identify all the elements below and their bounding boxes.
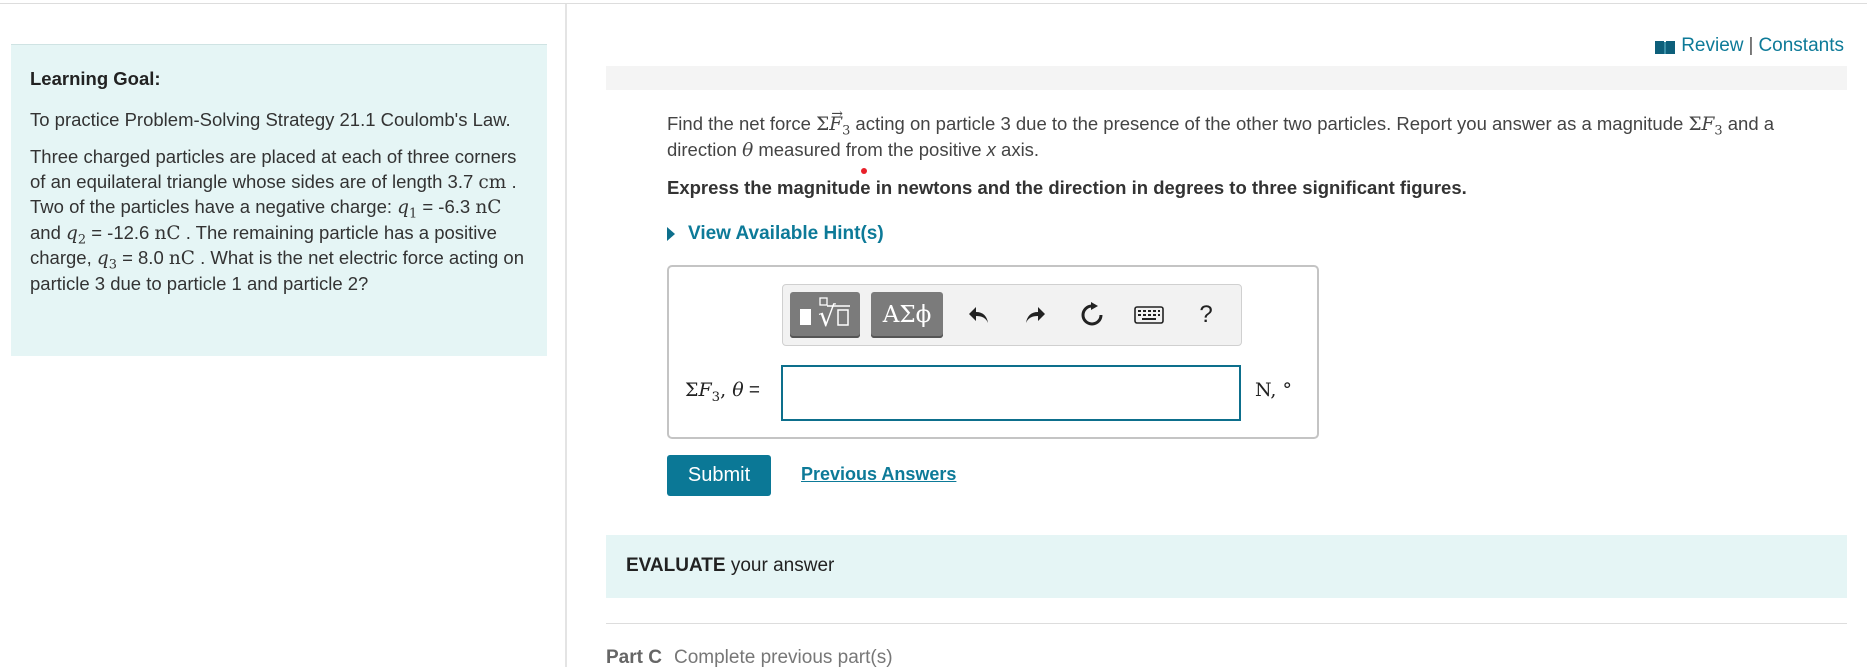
part-c-header: Part C Complete previous part(s) [606,647,893,669]
evaluate-rest: your answer [725,555,835,576]
hint-label: View Available Hint(s) [688,223,884,244]
q3-subscript: 3 [108,257,117,273]
unit-nc: nC [168,248,195,269]
view-hints-toggle[interactable]: View Available Hint(s) [667,223,884,245]
q1-subscript: 1 [408,206,418,222]
q1-symbol: q [397,197,409,218]
templates-icon: √ [796,296,854,335]
subscript: 3 [711,389,721,405]
question-text: Find the net force ΣF → 3 acting on partic… [667,106,1847,163]
undo-button[interactable] [961,295,997,335]
text: acting on particle 3 due to the presence… [850,113,1689,134]
help-button[interactable]: ? [1188,295,1224,335]
x-symbol: x [986,139,996,160]
q1-value: = -6.3 [417,196,476,217]
text: and [30,221,67,243]
q2-value: = -12.6 [86,221,155,243]
part-header-band [606,66,1847,90]
evaluate-strong: EVALUATE [626,555,726,576]
keyboard-button[interactable] [1129,295,1169,335]
math-toolbar: √ ΑΣϕ ? [782,284,1242,346]
reset-icon [1081,302,1103,326]
constants-link[interactable]: Constants [1758,35,1844,57]
learning-goal-intro: To practice Problem-Solving Strategy 21.… [30,108,511,130]
vector-f: F → [829,106,843,135]
red-dot-marker [861,168,867,174]
theta-symbol: θ [732,379,744,401]
text: axis. [995,139,1040,160]
top-border [0,3,1867,4]
sigma-symbol: Σ [816,114,830,135]
section-divider [606,623,1847,624]
theta-symbol: θ [742,140,754,161]
comma: , [720,379,733,401]
panel-divider [565,4,567,667]
triangle-right-icon [667,227,675,241]
text: Find the net force [667,113,817,134]
learning-goal-panel: Learning Goal: To practice Problem-Solvi… [11,44,547,356]
redo-icon [1026,307,1045,323]
top-links: Review | Constants [1655,35,1844,57]
equals: = [743,380,761,401]
reset-button[interactable] [1074,295,1110,335]
q3-value: = 8.0 [116,247,169,268]
f-symbol: F [698,379,712,401]
answer-input[interactable] [781,365,1241,421]
f-symbol: F [1701,114,1715,135]
q2-subscript: 2 [77,232,87,248]
undo-icon [969,307,988,323]
greek-symbols-button[interactable]: ΑΣϕ [871,292,943,338]
submit-button[interactable]: Submit [667,455,771,496]
previous-answers-link[interactable]: Previous Answers [801,464,956,485]
answer-label: ΣF3, θ = [685,379,761,405]
sigma-symbol: Σ [685,379,699,401]
unit-nc: nC [154,222,181,244]
answer-box: √ ΑΣϕ ? ΣF3, θ = N, ° [667,265,1319,439]
q3-symbol: q [96,248,109,269]
review-link[interactable]: Review [1681,35,1743,57]
redo-button[interactable] [1017,295,1053,335]
keyboard-icon [1134,306,1164,324]
text: Three charged particles are placed at ea… [30,146,517,192]
answer-units: N, ° [1255,379,1292,401]
learning-goal-problem: Three charged particles are placed at ea… [30,145,528,296]
q2-symbol: q [66,222,78,244]
book-icon [1655,39,1676,54]
templates-button[interactable]: √ [790,292,860,338]
unit-nc: nC [475,197,502,218]
part-c-label: Part C [606,647,662,668]
text: measured from the positive [753,139,987,160]
unit-cm: cm [478,171,507,193]
link-separator: | [1748,35,1754,56]
sigma-symbol: Σ [1688,114,1702,135]
subscript: 3 [1714,123,1723,139]
evaluate-section[interactable]: EVALUATE your answer [606,535,1847,598]
instructions: Express the magnitude in newtons and the… [667,177,1467,198]
part-c-status: Complete previous part(s) [673,647,893,668]
learning-goal-title: Learning Goal: [30,68,161,89]
vector-arrow-icon: → [831,106,843,122]
